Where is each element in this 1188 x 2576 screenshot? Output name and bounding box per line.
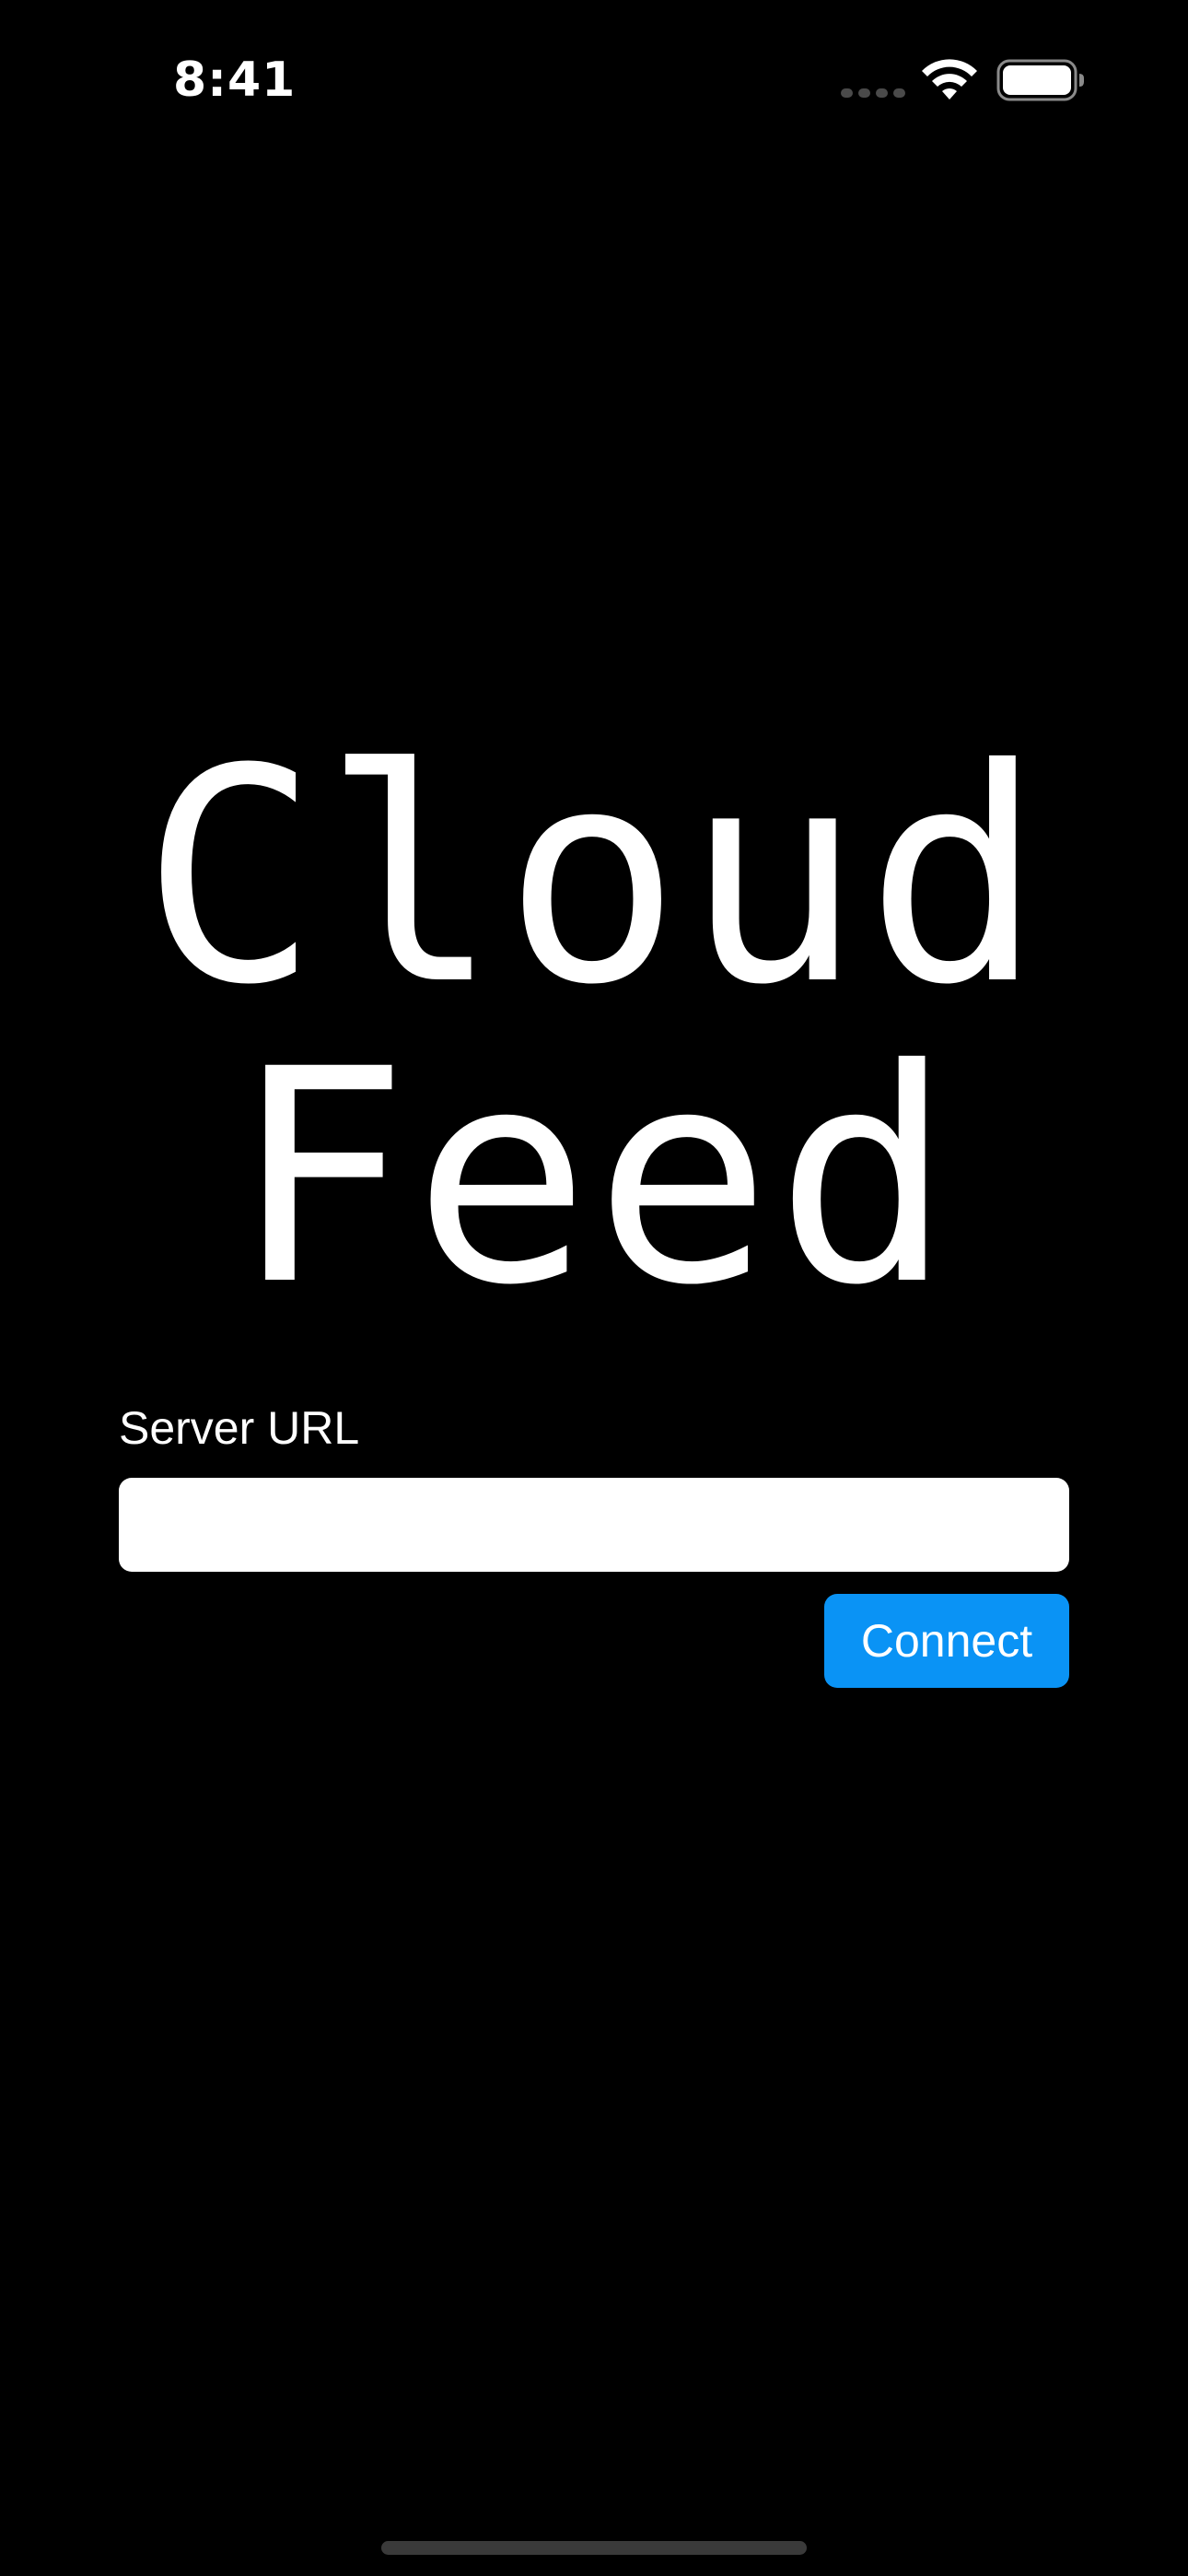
server-url-input[interactable]: [119, 1478, 1069, 1572]
cellular-signal-icon: [841, 88, 905, 98]
status-time: 8:41: [173, 53, 297, 108]
connect-button[interactable]: Connect: [824, 1594, 1069, 1688]
wifi-icon: [922, 59, 977, 100]
app-title-line-1: Cloud: [141, 707, 1047, 1049]
app-title: Cloud Feed: [0, 728, 1188, 1329]
battery-icon: [996, 59, 1084, 101]
server-url-label: Server URL: [119, 1402, 360, 1454]
status-bar: 8:41: [0, 0, 1188, 157]
app-title-line-2: Feed: [231, 1007, 957, 1350]
home-indicator: [381, 2541, 807, 2555]
